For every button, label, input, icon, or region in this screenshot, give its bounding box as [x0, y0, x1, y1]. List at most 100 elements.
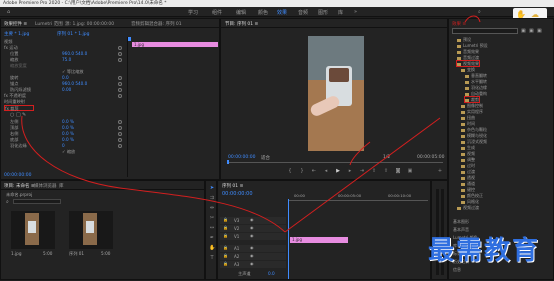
play-icon[interactable]: ▶ — [335, 168, 341, 174]
slip-tool-icon[interactable]: ↔ — [209, 225, 215, 231]
effect-tree-item[interactable]: 视频 — [461, 151, 475, 156]
workspace-editing[interactable]: 编辑 — [236, 9, 246, 16]
effect-tree-item[interactable]: 透视 — [461, 175, 475, 180]
workspace-effects[interactable]: 效果 — [277, 9, 287, 16]
lock-icon[interactable]: 🔒 — [223, 225, 228, 230]
effect-tree-item[interactable]: Lumetri 预设 — [457, 43, 488, 48]
lock-icon[interactable]: 🔒 — [223, 233, 228, 238]
track-select-icon[interactable]: ⇉ — [209, 195, 215, 201]
eye-icon[interactable]: ◉ — [250, 233, 254, 238]
effect-tree-item[interactable]: 沉浸式视频 — [461, 139, 487, 144]
effect-tree-item[interactable]: 变换 — [461, 67, 475, 72]
effect-tree-item[interactable]: 键控 — [461, 187, 475, 192]
reset-icon[interactable] — [118, 82, 122, 86]
home-icon[interactable]: ⌂ — [7, 9, 10, 15]
panel-section-item[interactable]: 基本图形 — [453, 219, 469, 224]
timeline-playhead[interactable] — [288, 199, 289, 279]
pen-tool-icon[interactable]: ✒ — [209, 235, 215, 241]
effect-tree-item[interactable]: 羽化边缘 — [465, 85, 487, 90]
comparison-view-icon[interactable]: ▣ — [407, 168, 413, 174]
timeline-clip[interactable]: 1.jpg — [290, 237, 348, 243]
go-to-out-icon[interactable]: ⇥ — [359, 168, 365, 174]
effect-tree-item[interactable]: 扭曲 — [461, 115, 475, 120]
effect-tree-item[interactable]: 过时 — [461, 163, 475, 168]
effect-tree-item[interactable]: 自动重构 — [465, 91, 487, 96]
workspace-graphics[interactable]: 图形 — [318, 9, 328, 16]
fit-dropdown[interactable]: 适合 — [261, 155, 270, 161]
effect-tree-item[interactable]: 视频效果 — [456, 60, 480, 67]
program-scrubber[interactable] — [227, 162, 443, 163]
mark-out-icon[interactable]: } — [299, 168, 305, 174]
panel-section-item[interactable]: 信息 — [453, 267, 461, 272]
mask-pen-icon[interactable]: ✎ — [22, 112, 26, 118]
ripple-edit-icon[interactable]: ⇹ — [209, 205, 215, 211]
add-button-icon[interactable]: + — [437, 168, 443, 174]
effect-tree-item[interactable]: 音频效果 — [457, 49, 479, 54]
effect-tree-item[interactable]: 垂直翻转 — [465, 73, 487, 78]
track-header[interactable]: V2 🔒 ◉ — [220, 225, 286, 232]
reset-icon[interactable] — [118, 76, 122, 80]
workspaces-more-icon[interactable]: » — [354, 9, 357, 15]
type-tool-icon[interactable]: T — [209, 255, 215, 261]
effect-tree-item[interactable]: 时间 — [461, 121, 475, 126]
lift-icon[interactable]: ⇧ — [371, 168, 377, 174]
timeline-ruler[interactable] — [288, 200, 428, 201]
lock-icon[interactable]: 🔒 — [223, 217, 228, 222]
video-frame[interactable] — [308, 36, 364, 151]
effect-tree-item[interactable]: 模糊与锐化 — [461, 133, 487, 138]
master-volume[interactable]: 0.0 — [268, 271, 275, 276]
project-item[interactable] — [69, 211, 113, 249]
reset-icon[interactable] — [118, 94, 122, 98]
workspace-assembly[interactable]: 组件 — [212, 9, 222, 16]
export-frame-icon[interactable]: ◙ — [395, 168, 401, 174]
reset-icon[interactable] — [118, 52, 122, 56]
effect-tree-item[interactable]: 风格化 — [461, 199, 479, 204]
workspace-audio[interactable]: 音频 — [298, 9, 308, 16]
property-row[interactable]: ✓ 缩放 — [10, 149, 122, 155]
eye-icon[interactable]: ◉ — [250, 261, 254, 266]
workspace-color[interactable]: 颜色 — [258, 9, 268, 16]
reset-icon[interactable] — [118, 144, 122, 148]
effect-tree-item[interactable]: 通道 — [461, 181, 475, 186]
project-search-input[interactable] — [13, 199, 61, 204]
32bit-effects-icon[interactable]: ▣ — [529, 28, 534, 34]
effects-search-input[interactable] — [452, 28, 518, 34]
program-playhead[interactable] — [227, 160, 229, 164]
track-header[interactable]: V1 🔒 ◉ — [220, 233, 286, 240]
program-timecode[interactable]: 00:00:00:00 — [228, 155, 255, 160]
track-header[interactable]: A2 🔒 ◉ — [220, 253, 286, 260]
effect-tree-item[interactable]: 视频过渡 — [457, 205, 479, 210]
step-forward-icon[interactable]: ▸ — [347, 168, 353, 174]
search-icon[interactable]: ⌕ — [478, 9, 481, 15]
effect-tree-item[interactable]: 水平翻转 — [465, 79, 487, 84]
mark-in-icon[interactable]: { — [287, 168, 293, 174]
step-back-icon[interactable]: ◂ — [323, 168, 329, 174]
accelerated-effects-icon[interactable]: ▣ — [521, 28, 526, 34]
project-item[interactable] — [11, 211, 55, 249]
eye-icon[interactable]: ◉ — [250, 245, 254, 250]
mask-ellipse-icon[interactable]: ○ — [10, 112, 14, 118]
reset-icon[interactable] — [118, 58, 122, 62]
effect-tree-item[interactable]: 调整 — [461, 157, 475, 162]
track-header[interactable]: V3 🔒 ◉ — [220, 217, 286, 224]
effect-tree-item[interactable]: 实用程序 — [461, 109, 483, 114]
reset-icon[interactable] — [118, 138, 122, 142]
razor-tool-icon[interactable]: ✂ — [209, 215, 215, 221]
lock-icon[interactable]: 🔒 — [223, 245, 228, 250]
lock-icon[interactable]: 🔒 — [223, 253, 228, 258]
eye-icon[interactable]: ◉ — [250, 253, 254, 258]
mask-rect-icon[interactable]: □ — [16, 112, 21, 118]
effect-tree-item[interactable]: 生成 — [461, 145, 475, 150]
workspace-learn[interactable]: 学习 — [188, 9, 198, 16]
lock-icon[interactable]: 🔒 — [223, 261, 228, 266]
reset-icon[interactable] — [118, 126, 122, 130]
resolution-dropdown[interactable]: 1/2 — [383, 155, 390, 160]
clip-label[interactable]: 主要 * 1.jpg — [4, 31, 29, 37]
timeline-timecode[interactable]: 00:00:00:00 — [222, 191, 253, 197]
effect-tree-item[interactable]: 音频过渡 — [457, 55, 479, 60]
reset-icon[interactable] — [118, 120, 122, 124]
extract-icon[interactable]: ⇪ — [383, 168, 389, 174]
property-row-crop[interactable]: fx 裁剪 — [4, 105, 34, 111]
keyframe-area[interactable]: 1.jpg — [127, 37, 219, 177]
eye-icon[interactable]: ◉ — [250, 225, 254, 230]
